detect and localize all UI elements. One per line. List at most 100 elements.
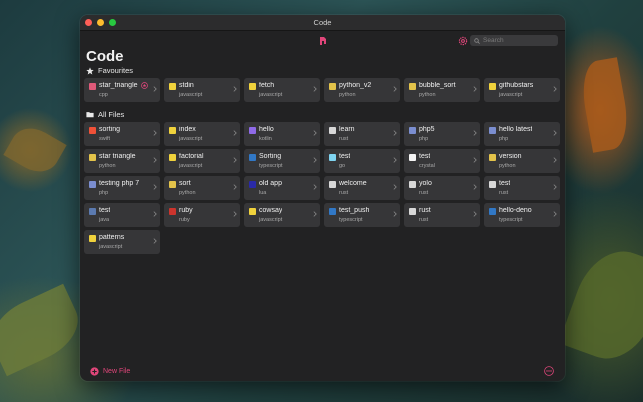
all-files-header: All Files	[86, 110, 124, 119]
file-card[interactable]: yolo rust	[404, 176, 480, 200]
file-card[interactable]: testing php 7 php	[84, 176, 160, 200]
star-icon	[86, 66, 94, 74]
chevron-right-icon	[153, 184, 157, 190]
new-file-button[interactable]: New File	[90, 367, 130, 376]
chevron-right-icon	[473, 211, 477, 217]
file-card[interactable]: test java	[84, 203, 160, 227]
zoom-window-button[interactable]	[109, 19, 116, 26]
file-language: javascript	[499, 91, 523, 98]
file-language: java	[99, 216, 110, 223]
file-card[interactable]: fetch javascript	[244, 78, 320, 102]
file-name: hello-deno	[499, 207, 532, 214]
file-card[interactable]: welcome rust	[324, 176, 400, 200]
crystal-language-icon	[409, 154, 416, 161]
file-language: python	[179, 189, 196, 196]
gear-icon[interactable]	[458, 36, 468, 46]
swift-language-icon	[89, 127, 96, 134]
file-name: test	[99, 207, 111, 214]
file-name: factorial	[179, 153, 204, 160]
file-card[interactable]: ruby ruby	[164, 203, 240, 227]
java-language-icon	[89, 208, 96, 215]
chevron-right-icon	[473, 184, 477, 190]
page-title: Code	[86, 48, 124, 65]
file-name: star triangle	[99, 153, 136, 160]
javascript-language-icon	[169, 154, 176, 161]
search-field[interactable]	[470, 35, 558, 46]
chevron-right-icon	[313, 211, 317, 217]
file-card[interactable]: test_push typescript	[324, 203, 400, 227]
file-card[interactable]: version python	[484, 149, 560, 173]
all-files-label: All Files	[98, 110, 125, 119]
file-name: python_v2	[339, 82, 372, 89]
search-icon	[474, 37, 480, 44]
background-leaf	[558, 239, 643, 371]
file-card[interactable]: rust rust	[404, 203, 480, 227]
file-name: hello	[259, 126, 274, 133]
file-name: welcome	[339, 180, 367, 187]
file-card[interactable]: test crystal	[404, 149, 480, 173]
favorite-badge-icon[interactable]	[141, 82, 148, 89]
file-card[interactable]: factorial javascript	[164, 149, 240, 173]
file-card[interactable]: Sorting typescript	[244, 149, 320, 173]
python-language-icon	[489, 154, 496, 161]
file-language: javascript	[259, 91, 283, 98]
file-language: javascript	[259, 216, 283, 223]
file-card[interactable]: hello kotlin	[244, 122, 320, 146]
file-card[interactable]: index javascript	[164, 122, 240, 146]
php-language-icon	[89, 181, 96, 188]
chevron-right-icon	[233, 184, 237, 190]
file-card[interactable]: old app lua	[244, 176, 320, 200]
file-card[interactable]: stdin javascript	[164, 78, 240, 102]
file-card[interactable]: bubble_sort python	[404, 78, 480, 102]
file-name: version	[499, 153, 522, 160]
window-title: Code	[313, 18, 332, 27]
file-language: javascript	[179, 135, 203, 142]
file-language: php	[99, 189, 109, 196]
file-card[interactable]: test go	[324, 149, 400, 173]
file-language: php	[499, 135, 509, 142]
chevron-right-icon	[153, 86, 157, 92]
file-language: cpp	[99, 91, 108, 98]
file-language: rust	[339, 135, 349, 142]
file-card[interactable]: patterns javascript	[84, 230, 160, 254]
file-language: kotlin	[259, 135, 272, 142]
file-card[interactable]: hello latest php	[484, 122, 560, 146]
php-language-icon	[409, 127, 416, 134]
app-window: Code Code Favourites star_trianglecppstd…	[80, 15, 565, 381]
close-window-button[interactable]	[85, 19, 92, 26]
typescript-language-icon	[329, 208, 336, 215]
chevron-right-icon	[233, 157, 237, 163]
chevron-right-icon	[553, 86, 557, 92]
file-card[interactable]: php5 php	[404, 122, 480, 146]
chevron-right-icon	[153, 157, 157, 163]
file-card[interactable]: sort python	[164, 176, 240, 200]
minimize-window-button[interactable]	[97, 19, 104, 26]
file-language: rust	[419, 189, 429, 196]
file-card[interactable]: star_triangle cpp	[84, 78, 160, 102]
file-language: javascript	[99, 243, 123, 250]
file-card[interactable]: hello-deno typescript	[484, 203, 560, 227]
chevron-right-icon	[473, 86, 477, 92]
file-card[interactable]: python_v2python	[324, 78, 400, 102]
title-bar[interactable]: Code	[80, 15, 565, 31]
file-card[interactable]: sorting swift	[84, 122, 160, 146]
search-input[interactable]	[483, 37, 553, 44]
more-options-icon[interactable]	[544, 366, 554, 376]
file-name: sort	[179, 180, 191, 187]
python-language-icon	[409, 83, 416, 90]
file-language: ruby	[179, 216, 190, 223]
file-language: python	[339, 91, 356, 98]
rust-language-icon	[489, 181, 496, 188]
file-card[interactable]: cowsay javascript	[244, 203, 320, 227]
file-card[interactable]: star triangle python	[84, 149, 160, 173]
chevron-right-icon	[313, 130, 317, 136]
file-language: javascript	[179, 91, 203, 98]
file-card[interactable]: githubstars javascript	[484, 78, 560, 102]
chevron-right-icon	[233, 86, 237, 92]
chevron-right-icon	[313, 157, 317, 163]
file-card[interactable]: learn rust	[324, 122, 400, 146]
file-card[interactable]: test rust	[484, 176, 560, 200]
typescript-language-icon	[489, 208, 496, 215]
file-name: githubstars	[499, 82, 534, 89]
chevron-right-icon	[553, 211, 557, 217]
